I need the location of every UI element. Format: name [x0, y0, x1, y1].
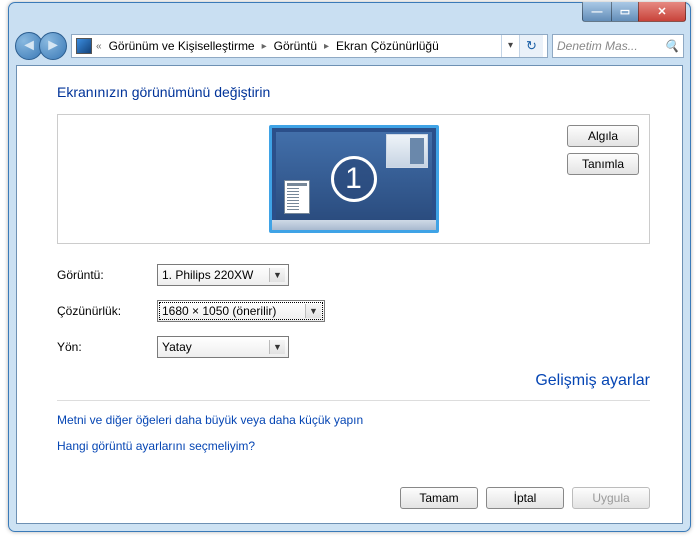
orientation-select[interactable]: Yatay ▼ — [157, 336, 289, 358]
monitor-thumbnail[interactable]: 1 — [269, 125, 439, 233]
resolution-value: 1680 × 1050 (önerilir) — [162, 304, 276, 318]
taskbar-icon — [272, 220, 436, 230]
orientation-value: Yatay — [162, 340, 192, 354]
control-panel-icon — [76, 38, 92, 54]
ok-button[interactable]: Tamam — [400, 487, 478, 509]
display-label: Görüntü: — [57, 268, 157, 282]
search-input[interactable]: Denetim Mas... 🔍 — [552, 34, 684, 58]
chevron-right-icon: ▸ — [322, 41, 331, 52]
maximize-button[interactable]: ▭ — [611, 2, 639, 22]
nav-buttons: ◄ ► — [15, 32, 67, 60]
chevron-down-icon: ▼ — [305, 304, 321, 318]
breadcrumb-seg-display[interactable]: Görüntü — [271, 39, 320, 53]
display-value: 1. Philips 220XW — [162, 268, 253, 282]
separator — [57, 400, 650, 401]
search-icon: 🔍 — [664, 39, 679, 53]
address-bar[interactable]: « Görünüm ve Kişiselleştirme ▸ Görüntü ▸… — [71, 34, 548, 58]
page-title: Ekranınızın görünümünü değiştirin — [57, 84, 650, 100]
secondary-monitor-icon — [386, 134, 428, 168]
detect-button[interactable]: Algıla — [567, 125, 639, 147]
refresh-button[interactable]: ↻ — [519, 35, 543, 57]
resolution-label: Çözünürlük: — [57, 304, 157, 318]
monitor-number: 1 — [331, 156, 377, 202]
cancel-button[interactable]: İptal — [486, 487, 564, 509]
window-icon — [284, 180, 310, 214]
content-pane: Ekranınızın görünümünü değiştirin 1 Algı… — [16, 65, 683, 524]
minimize-button[interactable]: ― — [582, 2, 612, 22]
identify-button[interactable]: Tanımla — [567, 153, 639, 175]
orientation-label: Yön: — [57, 340, 157, 354]
breadcrumb-seg-appearance[interactable]: Görünüm ve Kişiselleştirme — [106, 39, 258, 53]
control-panel-window: ― ▭ ✕ ◄ ► « Görünüm ve Kişiselleştirme ▸… — [8, 2, 691, 532]
forward-button[interactable]: ► — [39, 32, 67, 60]
breadcrumb-seg-resolution[interactable]: Ekran Çözünürlüğü — [333, 39, 442, 53]
resolution-select[interactable]: 1680 × 1050 (önerilir) ▼ — [157, 300, 325, 322]
address-dropdown-icon[interactable]: ▾ — [501, 35, 519, 57]
search-placeholder: Denetim Mas... — [557, 39, 664, 53]
which-settings-link[interactable]: Hangi görüntü ayarlarını seçmeliyim? — [57, 439, 255, 453]
breadcrumb-prefix: « — [94, 41, 104, 52]
display-preview: 1 Algıla Tanımla — [57, 114, 650, 244]
text-size-link[interactable]: Metni ve diğer öğeleri daha büyük veya d… — [57, 413, 363, 427]
apply-button: Uygula — [572, 487, 650, 509]
close-button[interactable]: ✕ — [638, 2, 686, 22]
titlebar: ― ▭ ✕ — [9, 2, 690, 28]
nav-row: ◄ ► « Görünüm ve Kişiselleştirme ▸ Görün… — [9, 29, 690, 63]
chevron-down-icon: ▼ — [269, 268, 285, 282]
chevron-down-icon: ▼ — [269, 340, 285, 354]
chevron-right-icon: ▸ — [260, 41, 269, 52]
display-select[interactable]: 1. Philips 220XW ▼ — [157, 264, 289, 286]
advanced-settings-link[interactable]: Gelişmiş ayarlar — [535, 372, 650, 389]
dialog-buttons: Tamam İptal Uygula — [400, 487, 650, 509]
